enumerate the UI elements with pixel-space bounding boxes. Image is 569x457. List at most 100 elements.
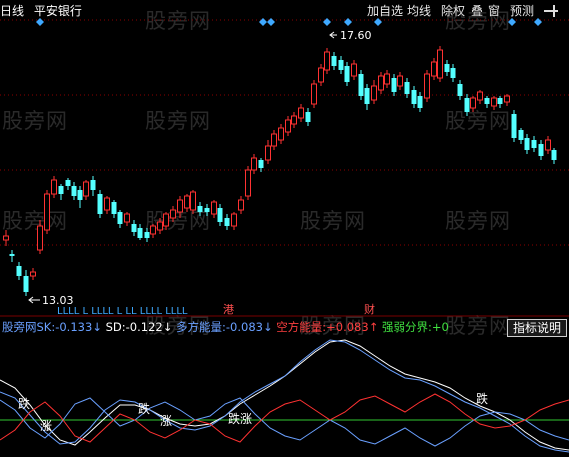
candle-body bbox=[150, 225, 156, 235]
die-label: 跌 bbox=[138, 401, 150, 416]
candle-body bbox=[9, 254, 15, 256]
candle-body bbox=[144, 232, 150, 238]
candle-body bbox=[437, 49, 443, 79]
diezhang-label: 跌涨 bbox=[228, 411, 252, 426]
candle-body bbox=[204, 208, 210, 212]
candle-body bbox=[245, 169, 251, 197]
candle-body bbox=[538, 144, 544, 156]
candle-body bbox=[16, 266, 22, 276]
candle-body bbox=[457, 84, 463, 96]
candle-body bbox=[285, 119, 291, 133]
candle-body bbox=[384, 73, 390, 85]
indicator-legend: 股旁网SK:-0.133↓ SD:-0.122↓ 多方能量:-0.083↓ 空方… bbox=[2, 320, 449, 334]
event-diamond bbox=[267, 18, 275, 26]
candle-body bbox=[197, 206, 203, 212]
candle-body bbox=[551, 150, 557, 160]
candle-body bbox=[170, 209, 176, 219]
die-label: 跌 bbox=[18, 396, 30, 411]
candle-body bbox=[177, 199, 183, 213]
candle-body bbox=[224, 218, 230, 226]
candle-body bbox=[211, 201, 217, 215]
candle-body bbox=[265, 145, 271, 161]
candle-body bbox=[271, 133, 277, 147]
candle-body bbox=[470, 97, 476, 109]
candle-body bbox=[545, 139, 551, 151]
candle-body bbox=[51, 179, 57, 195]
candle-body bbox=[190, 191, 196, 211]
event-diamond bbox=[344, 18, 352, 26]
candle-body bbox=[417, 96, 423, 108]
kong-value: +0.083 bbox=[326, 320, 369, 334]
candle-body bbox=[163, 213, 169, 227]
candle-body bbox=[511, 114, 517, 138]
event-diamond bbox=[323, 18, 331, 26]
candle-body bbox=[184, 195, 190, 209]
duo-label: 多方能量: bbox=[176, 320, 226, 334]
candle-body bbox=[231, 213, 237, 227]
event-diamond bbox=[259, 18, 267, 26]
candle-body bbox=[411, 90, 417, 104]
candle-body bbox=[531, 140, 537, 148]
sk-label: SK: bbox=[36, 320, 56, 334]
mid-label: 强弱分界: bbox=[381, 320, 432, 334]
candle-body bbox=[305, 112, 311, 122]
candle-body bbox=[358, 74, 364, 96]
candle-body bbox=[124, 213, 130, 223]
candle-body bbox=[117, 212, 123, 224]
zhang-label: 涨 bbox=[40, 418, 52, 433]
event-markers-row: LLLL L LLLL L LL LLLL LLLL bbox=[57, 306, 188, 317]
candle-body bbox=[404, 82, 410, 94]
event-diamond bbox=[508, 18, 516, 26]
candle-body bbox=[97, 194, 103, 214]
candle-body bbox=[71, 186, 77, 196]
stock-chart-window: 日线 平安银行 加自选 均线 除权 叠 窗 预测 股旁网 股旁网 股旁网 股旁网… bbox=[0, 0, 569, 457]
event-diamond bbox=[374, 18, 382, 26]
candle-body bbox=[104, 197, 110, 211]
candle-body bbox=[444, 64, 450, 72]
candle-body bbox=[477, 91, 483, 101]
kline-chart[interactable]: 17.6013.03LLLL L LLLL L LL LLLL LLLL 港财跌涨… bbox=[0, 0, 569, 457]
candle-body bbox=[251, 157, 257, 171]
event-diamond bbox=[534, 18, 542, 26]
candle-body bbox=[83, 181, 89, 197]
event-cai: 财 bbox=[364, 302, 375, 316]
candle-body bbox=[378, 75, 384, 91]
candle-body bbox=[331, 56, 337, 66]
candle-body bbox=[518, 130, 524, 140]
duo-value: -0.083 bbox=[225, 320, 263, 334]
sk-value: -0.133 bbox=[55, 320, 93, 334]
candle-body bbox=[90, 180, 96, 190]
candle-body bbox=[37, 225, 43, 251]
candle-body bbox=[424, 73, 430, 99]
sd-value: -0.122 bbox=[125, 320, 163, 334]
candle-body bbox=[324, 51, 330, 71]
candle-body bbox=[484, 98, 490, 104]
indicator-name: 股旁网 bbox=[2, 320, 37, 334]
candle-body bbox=[137, 228, 143, 238]
candle-body bbox=[77, 190, 83, 200]
candle-body bbox=[298, 107, 304, 119]
candle-body bbox=[311, 83, 317, 105]
candle-body bbox=[58, 186, 64, 194]
candle-body bbox=[371, 85, 377, 101]
candle-body bbox=[278, 127, 284, 141]
candle-body bbox=[524, 138, 530, 150]
sd-label: SD: bbox=[105, 320, 126, 334]
zhang-label: 涨 bbox=[160, 413, 172, 428]
candle-body bbox=[364, 88, 370, 104]
candle-body bbox=[504, 95, 510, 103]
die-label: 跌 bbox=[476, 391, 488, 406]
candle-body bbox=[391, 78, 397, 92]
candle-body bbox=[344, 66, 350, 82]
candle-body bbox=[23, 276, 29, 292]
candle-body bbox=[157, 221, 163, 231]
indicator-help-button[interactable]: 指标说明 bbox=[507, 319, 567, 337]
candle-body bbox=[238, 199, 244, 211]
candle-body bbox=[217, 208, 223, 222]
candle-body bbox=[351, 63, 357, 77]
candle-body bbox=[431, 61, 437, 77]
candle-body bbox=[464, 98, 470, 112]
candle-body bbox=[65, 180, 71, 186]
kong-label: 空方能量: bbox=[276, 320, 327, 334]
candle-body bbox=[338, 60, 344, 70]
